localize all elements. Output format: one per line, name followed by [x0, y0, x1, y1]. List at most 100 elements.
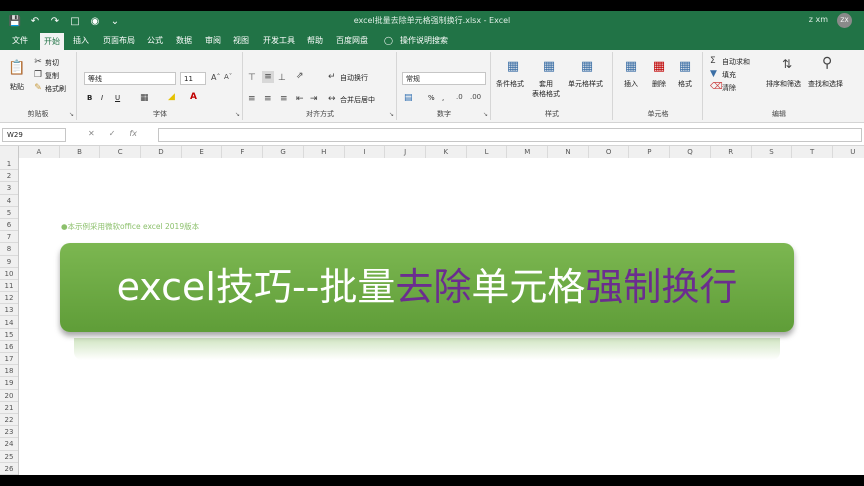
column-header[interactable]: R [711, 146, 752, 158]
row-header[interactable]: 2 [0, 170, 18, 183]
column-header[interactable]: E [182, 146, 223, 158]
column-header[interactable]: G [263, 146, 304, 158]
autosum-button[interactable]: 自动求和 [722, 57, 750, 67]
cut-icon[interactable]: ✂ [33, 57, 43, 67]
align-middle-icon[interactable]: ≡ [262, 71, 274, 83]
orientation-icon[interactable]: ⇗ [296, 71, 304, 81]
tab-help[interactable]: 帮助 [307, 32, 323, 50]
delete-cells-button[interactable]: 删除 [652, 79, 666, 89]
format-cells-icon[interactable]: ▦ [676, 57, 694, 75]
fx-icon[interactable]: fx [129, 129, 137, 138]
column-header[interactable]: J [385, 146, 426, 158]
tab-home[interactable]: 开始 [40, 33, 64, 50]
name-box[interactable]: W29 [2, 128, 66, 142]
row-header[interactable]: 12 [0, 292, 18, 305]
row-header[interactable]: 26 [0, 463, 18, 475]
column-header[interactable]: A [19, 146, 60, 158]
row-header[interactable]: 18 [0, 365, 18, 378]
fill-button[interactable]: 填充 [722, 70, 736, 80]
align-right-icon[interactable]: ≡ [280, 94, 288, 104]
row-header[interactable]: 16 [0, 341, 18, 354]
tab-file[interactable]: 文件 [12, 32, 28, 50]
row-header[interactable]: 23 [0, 426, 18, 439]
confirm-icon[interactable]: ✓ [109, 129, 116, 138]
bold-button[interactable]: B [87, 94, 92, 102]
paste-button[interactable]: 粘贴 [10, 82, 24, 92]
wrap-text-icon[interactable]: ↵ [328, 72, 336, 82]
align-left-icon[interactable]: ≡ [248, 94, 256, 104]
row-header[interactable]: 14 [0, 317, 18, 329]
worksheet[interactable]: ●本示例采用微软office excel 2019版本 excel技巧--批量去… [19, 158, 864, 475]
tab-formulas[interactable]: 公式 [147, 32, 163, 50]
column-header[interactable]: M [507, 146, 549, 158]
row-header[interactable]: 25 [0, 451, 18, 463]
insert-cells-button[interactable]: 插入 [624, 79, 638, 89]
copy-button[interactable]: 复制 [45, 71, 59, 81]
cell-styles-button[interactable]: 单元格样式 [568, 79, 603, 89]
select-all-corner[interactable] [0, 146, 19, 158]
tab-baidu-netdisk[interactable]: 百度网盘 [336, 32, 368, 50]
column-header[interactable]: N [548, 146, 589, 158]
merge-center-icon[interactable]: ↔ [328, 94, 336, 104]
row-header[interactable]: 15 [0, 329, 18, 341]
underline-button[interactable]: U [115, 94, 120, 102]
row-header[interactable]: 22 [0, 414, 18, 427]
clear-button[interactable]: 清除 [722, 83, 736, 93]
column-header[interactable]: P [630, 146, 671, 158]
cancel-icon[interactable]: ✕ [88, 129, 95, 138]
dialog-launcher-icon[interactable]: ↘ [235, 111, 240, 118]
row-header[interactable]: 6 [0, 219, 18, 232]
paste-icon[interactable]: 📋 [8, 58, 26, 78]
tell-me-search[interactable]: 操作说明搜索 [400, 32, 448, 50]
italic-button[interactable]: I [101, 94, 103, 102]
dialog-launcher-icon[interactable]: ↘ [483, 111, 488, 118]
row-header[interactable]: 5 [0, 207, 18, 219]
delete-cells-icon[interactable]: ▦ [650, 57, 668, 75]
decrease-indent-icon[interactable]: ⇤ [296, 94, 304, 104]
row-header[interactable]: 4 [0, 195, 18, 207]
font-name-select[interactable]: 等线 [84, 72, 176, 85]
row-header[interactable]: 3 [0, 182, 18, 195]
format-painter-icon[interactable]: ✎ [33, 83, 43, 93]
row-header[interactable]: 1 [0, 158, 18, 171]
merge-center-button[interactable]: 合并后居中 [340, 95, 375, 105]
sort-filter-icon[interactable]: ⇅ [782, 57, 792, 71]
column-header[interactable]: O [589, 146, 630, 158]
decrease-decimal-icon[interactable]: .00 [470, 93, 481, 101]
column-header[interactable]: K [426, 146, 467, 158]
insert-cells-icon[interactable]: ▦ [622, 57, 640, 75]
currency-icon[interactable]: ▤ [404, 93, 413, 103]
row-header[interactable]: 11 [0, 280, 18, 293]
row-header[interactable]: 7 [0, 231, 18, 244]
sort-filter-button[interactable]: 排序和筛选 [766, 79, 801, 89]
avatar[interactable]: ZX [837, 13, 852, 28]
copy-icon[interactable]: ❐ [33, 70, 43, 80]
conditional-format-icon[interactable]: ▦ [504, 57, 522, 75]
decrease-font-icon[interactable]: Aˇ [224, 73, 232, 81]
column-header[interactable]: Q [670, 146, 711, 158]
percent-button[interactable]: % [428, 94, 435, 102]
autosum-icon[interactable]: Σ [710, 56, 716, 66]
increase-font-icon[interactable]: Aˆ [211, 73, 220, 82]
tab-page-layout[interactable]: 页面布局 [103, 32, 135, 50]
find-select-icon[interactable]: ⚲ [822, 55, 832, 71]
row-header[interactable]: 17 [0, 353, 18, 366]
conditional-format-button[interactable]: 条件格式 [496, 79, 524, 89]
row-header[interactable]: 24 [0, 438, 18, 451]
tab-insert[interactable]: 插入 [73, 32, 89, 50]
column-header[interactable]: S [752, 146, 793, 158]
cut-button[interactable]: 剪切 [45, 58, 59, 68]
format-cells-button[interactable]: 格式 [678, 79, 692, 89]
column-header[interactable]: L [467, 146, 508, 158]
row-header[interactable]: 21 [0, 402, 18, 415]
format-as-table-icon[interactable]: ▦ [540, 57, 558, 75]
align-bottom-icon[interactable]: ⊥ [278, 73, 286, 83]
row-header[interactable]: 9 [0, 256, 18, 268]
column-header[interactable]: H [304, 146, 345, 158]
cell-styles-icon[interactable]: ▦ [578, 57, 596, 75]
border-icon[interactable]: ▦ [140, 93, 149, 103]
tab-review[interactable]: 审阅 [205, 32, 221, 50]
title-banner[interactable]: excel技巧--批量去除单元格强制换行 [60, 243, 794, 332]
column-header[interactable]: D [141, 146, 182, 158]
number-format-select[interactable]: 常规 [402, 72, 486, 85]
